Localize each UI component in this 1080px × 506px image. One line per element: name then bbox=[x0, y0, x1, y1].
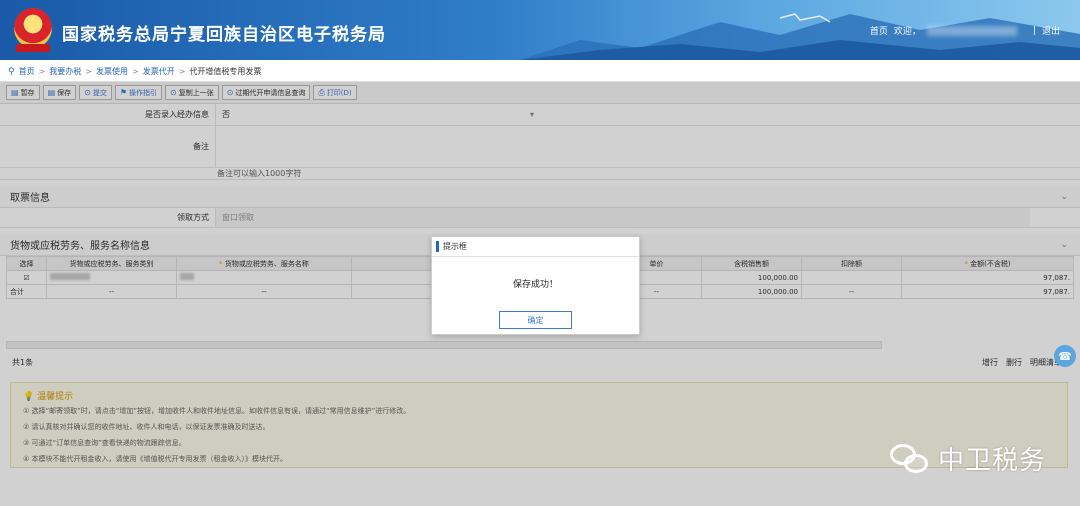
breadcrumb: ⚲ 首页 > 我要办税 > 发票使用 > 发票代开 > 代开增值税专用发票 bbox=[0, 62, 1080, 82]
breadcrumb-invoice-use[interactable]: 发票使用 bbox=[96, 66, 128, 77]
breadcrumb-tax[interactable]: 我要办税 bbox=[49, 66, 81, 77]
confirm-button[interactable]: 确定 bbox=[499, 311, 572, 329]
breadcrumb-arrow-icon: > bbox=[132, 67, 139, 76]
separator: | bbox=[1032, 25, 1036, 36]
location-pin-icon: ⚲ bbox=[8, 66, 15, 77]
top-links: 首页 欢迎， | 退出 bbox=[870, 24, 1060, 37]
logout-link[interactable]: 退出 bbox=[1042, 24, 1060, 37]
breadcrumb-invoice-issue[interactable]: 发票代开 bbox=[143, 66, 175, 77]
dialog-title: 提示框 bbox=[443, 242, 467, 251]
dialog-message: 保存成功！ bbox=[512, 280, 558, 290]
alert-dialog: 提示框 保存成功！ 确定 bbox=[431, 236, 640, 335]
customer-service-icon[interactable]: ☎ bbox=[1054, 345, 1076, 367]
dialog-header: 提示框 bbox=[432, 237, 639, 257]
wechat-icon bbox=[890, 443, 930, 474]
home-link[interactable]: 首页 bbox=[870, 24, 888, 37]
watermark: 中卫税务 bbox=[890, 440, 1046, 477]
watermark-text: 中卫税务 bbox=[938, 446, 1047, 476]
breadcrumb-arrow-icon: > bbox=[85, 67, 92, 76]
breadcrumb-home[interactable]: 首页 bbox=[19, 66, 35, 77]
username-blurred bbox=[926, 25, 1017, 36]
site-title: 国家税务总局宁夏回族自治区电子税务局 bbox=[62, 25, 386, 45]
site-header: 国家税务总局宁夏回族自治区电子税务局 首页 欢迎， | 退出 bbox=[0, 0, 1080, 60]
welcome-text: 欢迎， bbox=[893, 27, 921, 37]
dialog-accent-bar bbox=[436, 241, 439, 252]
breadcrumb-arrow-icon: > bbox=[178, 67, 186, 76]
breadcrumb-current: 代开增值税专用发票 bbox=[189, 67, 262, 76]
tax-emblem-icon bbox=[14, 8, 52, 48]
breadcrumb-arrow-icon: > bbox=[38, 67, 46, 76]
emblem-ribbon bbox=[16, 44, 50, 52]
